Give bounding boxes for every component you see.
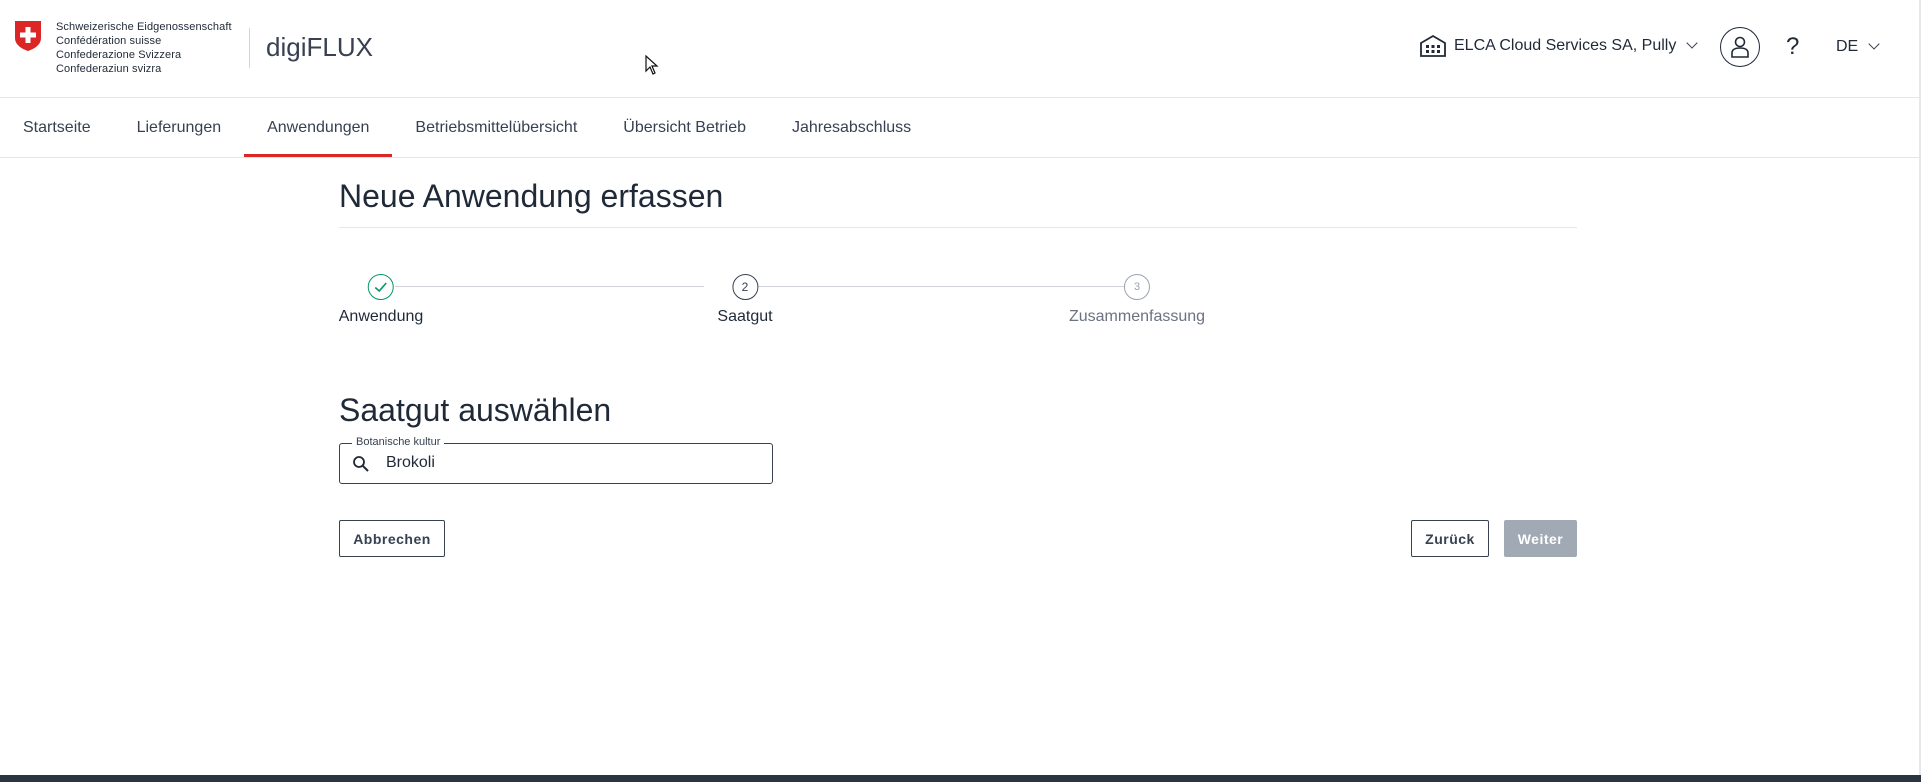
- botanical-culture-field[interactable]: Botanische kultur Brokoli: [339, 436, 773, 484]
- step-number: 3: [1124, 274, 1150, 300]
- field-label: Botanische kultur: [352, 436, 445, 448]
- confederation-line: Schweizerische Eidgenossenschaft: [56, 21, 232, 33]
- nav-item-betriebsmitteluebersicht[interactable]: Betriebsmittelübersicht: [392, 99, 600, 157]
- next-button[interactable]: Weiter: [1504, 520, 1577, 557]
- nav-item-startseite[interactable]: Startseite: [0, 99, 114, 157]
- step-saatgut[interactable]: 2 Saatgut: [717, 274, 773, 326]
- help-button[interactable]: ?: [1786, 33, 1799, 61]
- organization-name: ELCA Cloud Services SA, Pully: [1454, 37, 1677, 54]
- wizard-actions: Abbrechen Zurück Weiter: [339, 520, 1577, 558]
- step-anwendung[interactable]: Anwendung: [338, 274, 424, 326]
- footer-bar: [0, 775, 1921, 782]
- brand-divider: [249, 28, 250, 68]
- user-icon: [1731, 36, 1749, 58]
- search-icon: [353, 456, 369, 472]
- building-icon: [1420, 34, 1446, 57]
- mouse-cursor-icon: [645, 55, 659, 75]
- nav-item-anwendungen[interactable]: Anwendungen: [244, 99, 393, 157]
- nav-item-jahresabschluss[interactable]: Jahresabschluss: [769, 99, 934, 157]
- nav-item-uebersicht-betrieb[interactable]: Übersicht Betrieb: [600, 99, 769, 157]
- confederation-line: Confederazione Svizzera: [56, 49, 182, 61]
- nav-item-lieferungen[interactable]: Lieferungen: [114, 99, 245, 157]
- chevron-down-icon: [1868, 38, 1880, 50]
- swiss-flag-icon: [14, 20, 46, 56]
- back-button[interactable]: Zurück: [1411, 520, 1489, 557]
- main-navigation: Startseite Lieferungen Anwendungen Betri…: [0, 99, 1919, 158]
- confederation-logo[interactable]: Schweizerische Eidgenossenschaft Confédé…: [14, 20, 232, 76]
- confederation-line: Confederaziun svizra: [56, 63, 162, 75]
- step-label: Saatgut: [717, 308, 773, 325]
- stepper-connector: [395, 286, 704, 287]
- app-header: Schweizerische Eidgenossenschaft Confédé…: [0, 0, 1919, 98]
- main-content: Neue Anwendung erfassen Anwendung 2 Saat…: [339, 158, 1577, 558]
- app-name[interactable]: digiFLUX: [266, 32, 373, 63]
- section-title: Saatgut auswählen: [339, 392, 612, 428]
- botanical-culture-input[interactable]: Brokoli: [386, 454, 435, 472]
- step-number: 2: [732, 274, 758, 300]
- cancel-button[interactable]: Abbrechen: [339, 520, 445, 557]
- chevron-down-icon: [1686, 37, 1698, 49]
- language-selector[interactable]: DE: [1836, 38, 1880, 56]
- page-title: Neue Anwendung erfassen: [339, 178, 1577, 228]
- step-label: Zusammenfassung: [1068, 308, 1206, 325]
- user-profile-button[interactable]: [1720, 27, 1760, 67]
- step-label: Anwendung: [338, 308, 424, 325]
- wizard-stepper: Anwendung 2 Saatgut 3 Zusammenfassung: [339, 238, 1577, 348]
- organization-selector[interactable]: ELCA Cloud Services SA, Pully: [1420, 34, 1698, 58]
- confederation-names: Schweizerische Eidgenossenschaft Confédé…: [56, 20, 232, 76]
- language-label: DE: [1836, 38, 1859, 55]
- step-zusammenfassung: 3 Zusammenfassung: [1069, 274, 1205, 326]
- check-icon: [367, 274, 394, 300]
- confederation-line: Confédération suisse: [56, 35, 162, 47]
